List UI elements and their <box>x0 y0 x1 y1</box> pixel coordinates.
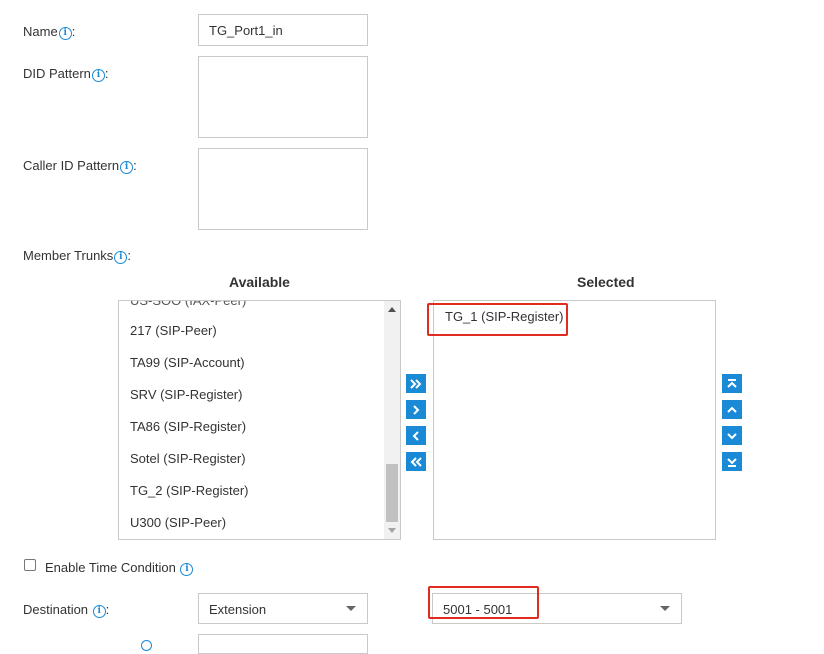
caller-id-pattern-textarea[interactable] <box>198 148 368 230</box>
destination-label: Destination i: <box>23 602 110 618</box>
double-chevron-right-icon <box>410 378 422 389</box>
move-bottom-button[interactable] <box>722 452 742 471</box>
selected-trunks-list[interactable]: TG_1 (SIP-Register) <box>433 300 716 540</box>
list-item[interactable]: 217 (SIP-Peer) <box>130 323 217 338</box>
chevron-up-icon <box>727 406 737 413</box>
move-up-button[interactable] <box>722 400 742 419</box>
move-top-icon <box>727 378 737 388</box>
move-top-button[interactable] <box>722 374 742 393</box>
name-input[interactable]: TG_Port1_in <box>198 14 368 46</box>
member-trunks-label: Member Trunks i: <box>23 248 131 264</box>
enable-time-condition-label: Enable Time Condition i <box>45 560 194 576</box>
scrollbar[interactable] <box>384 301 400 539</box>
chevron-left-icon <box>412 430 419 441</box>
scrollbar-thumb[interactable] <box>386 464 398 522</box>
chevron-down-icon <box>346 606 356 611</box>
selected-header: Selected <box>577 274 635 290</box>
enable-time-condition-checkbox[interactable] <box>24 559 36 571</box>
did-pattern-textarea[interactable] <box>198 56 368 138</box>
move-right-button[interactable] <box>406 400 426 419</box>
available-header: Available <box>229 274 290 290</box>
info-icon[interactable]: i <box>91 69 105 82</box>
caller-id-pattern-label: Caller ID Pattern i: <box>23 158 137 174</box>
move-bottom-icon <box>727 457 737 467</box>
info-icon[interactable]: i <box>114 251 128 264</box>
chevron-down-icon <box>727 432 737 439</box>
chevron-right-icon <box>413 404 420 415</box>
highlight-box <box>428 586 539 619</box>
move-left-button[interactable] <box>406 426 426 445</box>
info-icon[interactable]: i <box>58 27 72 40</box>
info-icon[interactable]: i <box>180 563 194 576</box>
chevron-down-icon <box>660 606 670 611</box>
list-item[interactable]: TA99 (SIP-Account) <box>130 355 245 370</box>
available-trunks-list[interactable]: US-SOO (IAX-Peer) 217 (SIP-Peer) TA99 (S… <box>118 300 401 540</box>
scroll-down-arrow-icon[interactable] <box>388 528 396 533</box>
list-item[interactable]: U300 (SIP-Peer) <box>130 515 226 530</box>
destination-type-select[interactable]: Extension <box>198 593 368 624</box>
move-all-left-button[interactable] <box>406 452 426 471</box>
list-item[interactable]: Sotel (SIP-Register) <box>130 451 246 466</box>
move-down-button[interactable] <box>722 426 742 445</box>
info-icon[interactable]: i <box>120 161 134 174</box>
double-chevron-left-icon <box>410 456 422 467</box>
did-pattern-label: DID Pattern i: <box>23 66 109 82</box>
highlight-box <box>427 303 568 336</box>
next-row-input[interactable] <box>198 634 368 654</box>
info-icon[interactable]: i <box>92 605 106 618</box>
list-item[interactable]: US-SOO (IAX-Peer) <box>130 301 246 308</box>
info-icon[interactable] <box>141 640 152 651</box>
list-item[interactable]: TG_2 (SIP-Register) <box>130 483 248 498</box>
list-item[interactable]: TA86 (SIP-Register) <box>130 419 246 434</box>
name-label: Name i: <box>23 24 76 40</box>
move-all-right-button[interactable] <box>406 374 426 393</box>
scroll-up-arrow-icon[interactable] <box>388 307 396 312</box>
list-item[interactable]: SRV (SIP-Register) <box>130 387 242 402</box>
